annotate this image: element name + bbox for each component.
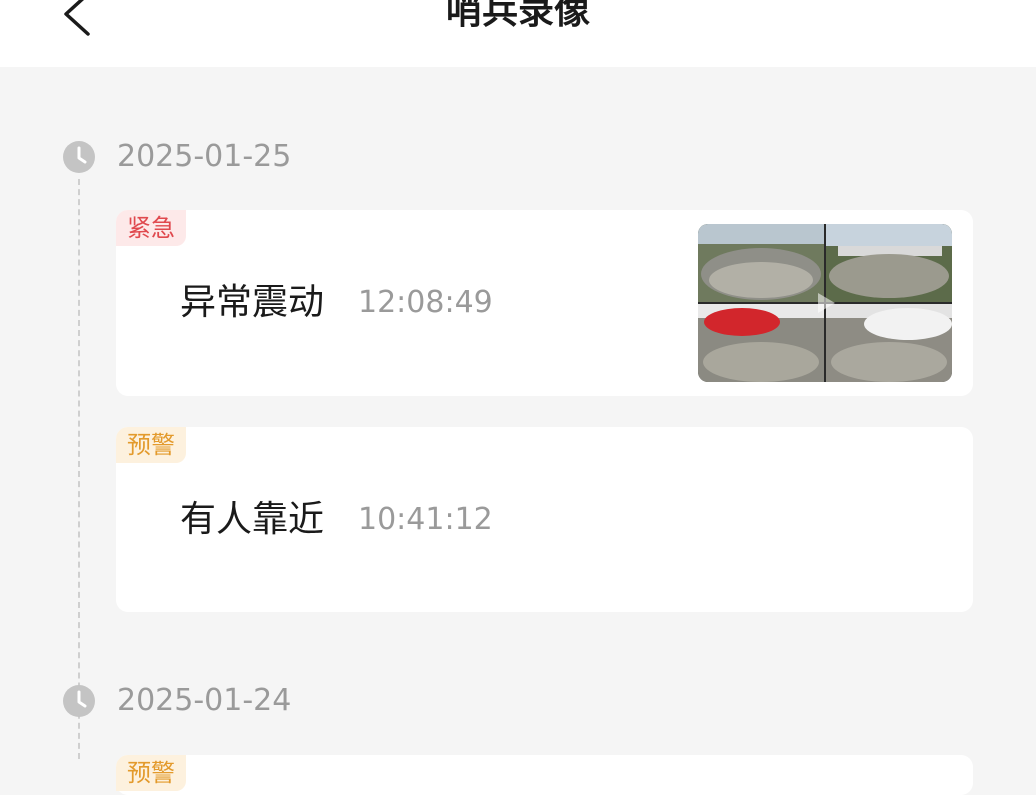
- date-label: 2025-01-25: [117, 139, 292, 174]
- event-name: 有人靠近: [180, 499, 325, 540]
- play-icon: [818, 293, 835, 313]
- event-name: 异常震动: [180, 282, 325, 323]
- date-label: 2025-01-24: [117, 683, 292, 718]
- urgent-tag: 紧急: [116, 210, 186, 246]
- timeline-line: [78, 179, 80, 759]
- event-card-approach[interactable]: 预警 有人靠近 10:41:12: [116, 427, 973, 612]
- timeline[interactable]: 2025-01-25 紧急 异常震动 12:08:49 预警 有人靠近 10:4…: [0, 67, 1036, 795]
- event-card-partial[interactable]: 预警: [116, 755, 973, 795]
- clock-icon: [63, 685, 95, 717]
- app-header: 哨兵录像: [0, 0, 1036, 67]
- page-title: 哨兵录像: [445, 0, 590, 32]
- warning-tag: 预警: [116, 755, 186, 791]
- warning-tag: 预警: [116, 427, 186, 463]
- clock-icon: [63, 141, 95, 173]
- event-time: 12:08:49: [358, 285, 493, 320]
- event-card-vibration[interactable]: 紧急 异常震动 12:08:49: [116, 210, 973, 396]
- event-time: 10:41:12: [358, 502, 493, 537]
- video-thumbnail[interactable]: [698, 224, 952, 382]
